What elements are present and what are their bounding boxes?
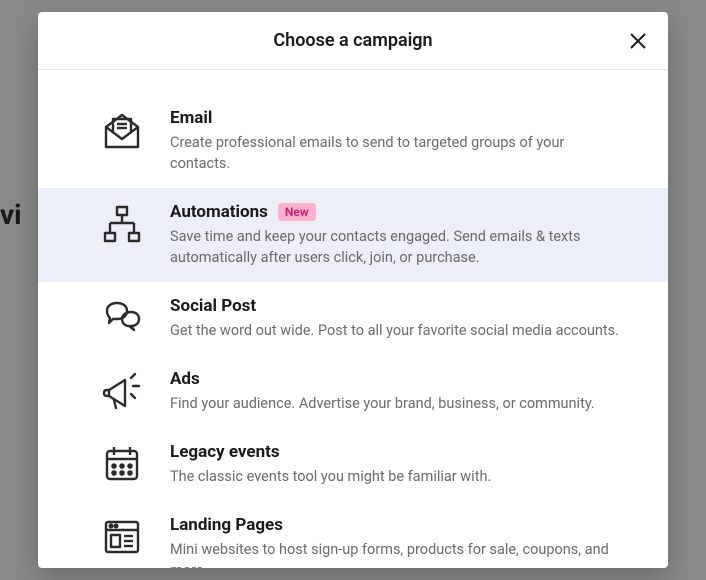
option-title: Email: [170, 108, 212, 128]
option-desc: Get the word out wide. Post to all your …: [170, 320, 628, 341]
calendar-icon: [100, 442, 144, 486]
option-title: Social Post: [170, 296, 256, 316]
option-text: Social Post Get the word out wide. Post …: [170, 296, 628, 341]
option-title: Landing Pages: [170, 515, 283, 535]
close-button[interactable]: [624, 27, 652, 55]
option-desc: Mini websites to host sign-up forms, pro…: [170, 539, 628, 568]
modal-body: Email Create professional emails to send…: [38, 70, 668, 568]
social-icon: [100, 296, 144, 340]
option-legacy-events[interactable]: Legacy events The classic events tool yo…: [38, 428, 668, 501]
background-text: vi: [0, 198, 22, 231]
option-automations[interactable]: Automations New Save time and keep your …: [38, 188, 668, 282]
new-badge: New: [278, 203, 316, 221]
option-desc: Save time and keep your contacts engaged…: [170, 226, 628, 268]
close-icon: [629, 32, 647, 50]
option-text: Email Create professional emails to send…: [170, 108, 628, 174]
option-email[interactable]: Email Create professional emails to send…: [38, 94, 668, 188]
modal-header: Choose a campaign: [38, 12, 668, 70]
automations-icon: [100, 202, 144, 246]
option-title: Automations: [170, 202, 268, 222]
landing-page-icon: [100, 515, 144, 559]
option-title: Ads: [170, 369, 200, 389]
option-desc: Find your audience. Advertise your brand…: [170, 393, 628, 414]
choose-campaign-modal: Choose a campaign Email: [38, 12, 668, 568]
option-ads[interactable]: Ads Find your audience. Advertise your b…: [38, 355, 668, 428]
option-text: Automations New Save time and keep your …: [170, 202, 628, 268]
option-desc: The classic events tool you might be fam…: [170, 466, 628, 487]
ads-icon: [100, 369, 144, 413]
option-text: Legacy events The classic events tool yo…: [170, 442, 628, 487]
option-desc: Create professional emails to send to ta…: [170, 132, 628, 174]
option-landing-pages[interactable]: Landing Pages Mini websites to host sign…: [38, 501, 668, 568]
modal-title: Choose a campaign: [273, 30, 432, 51]
option-text: Landing Pages Mini websites to host sign…: [170, 515, 628, 568]
email-icon: [100, 108, 144, 152]
option-text: Ads Find your audience. Advertise your b…: [170, 369, 628, 414]
option-social-post[interactable]: Social Post Get the word out wide. Post …: [38, 282, 668, 355]
option-title: Legacy events: [170, 442, 280, 462]
